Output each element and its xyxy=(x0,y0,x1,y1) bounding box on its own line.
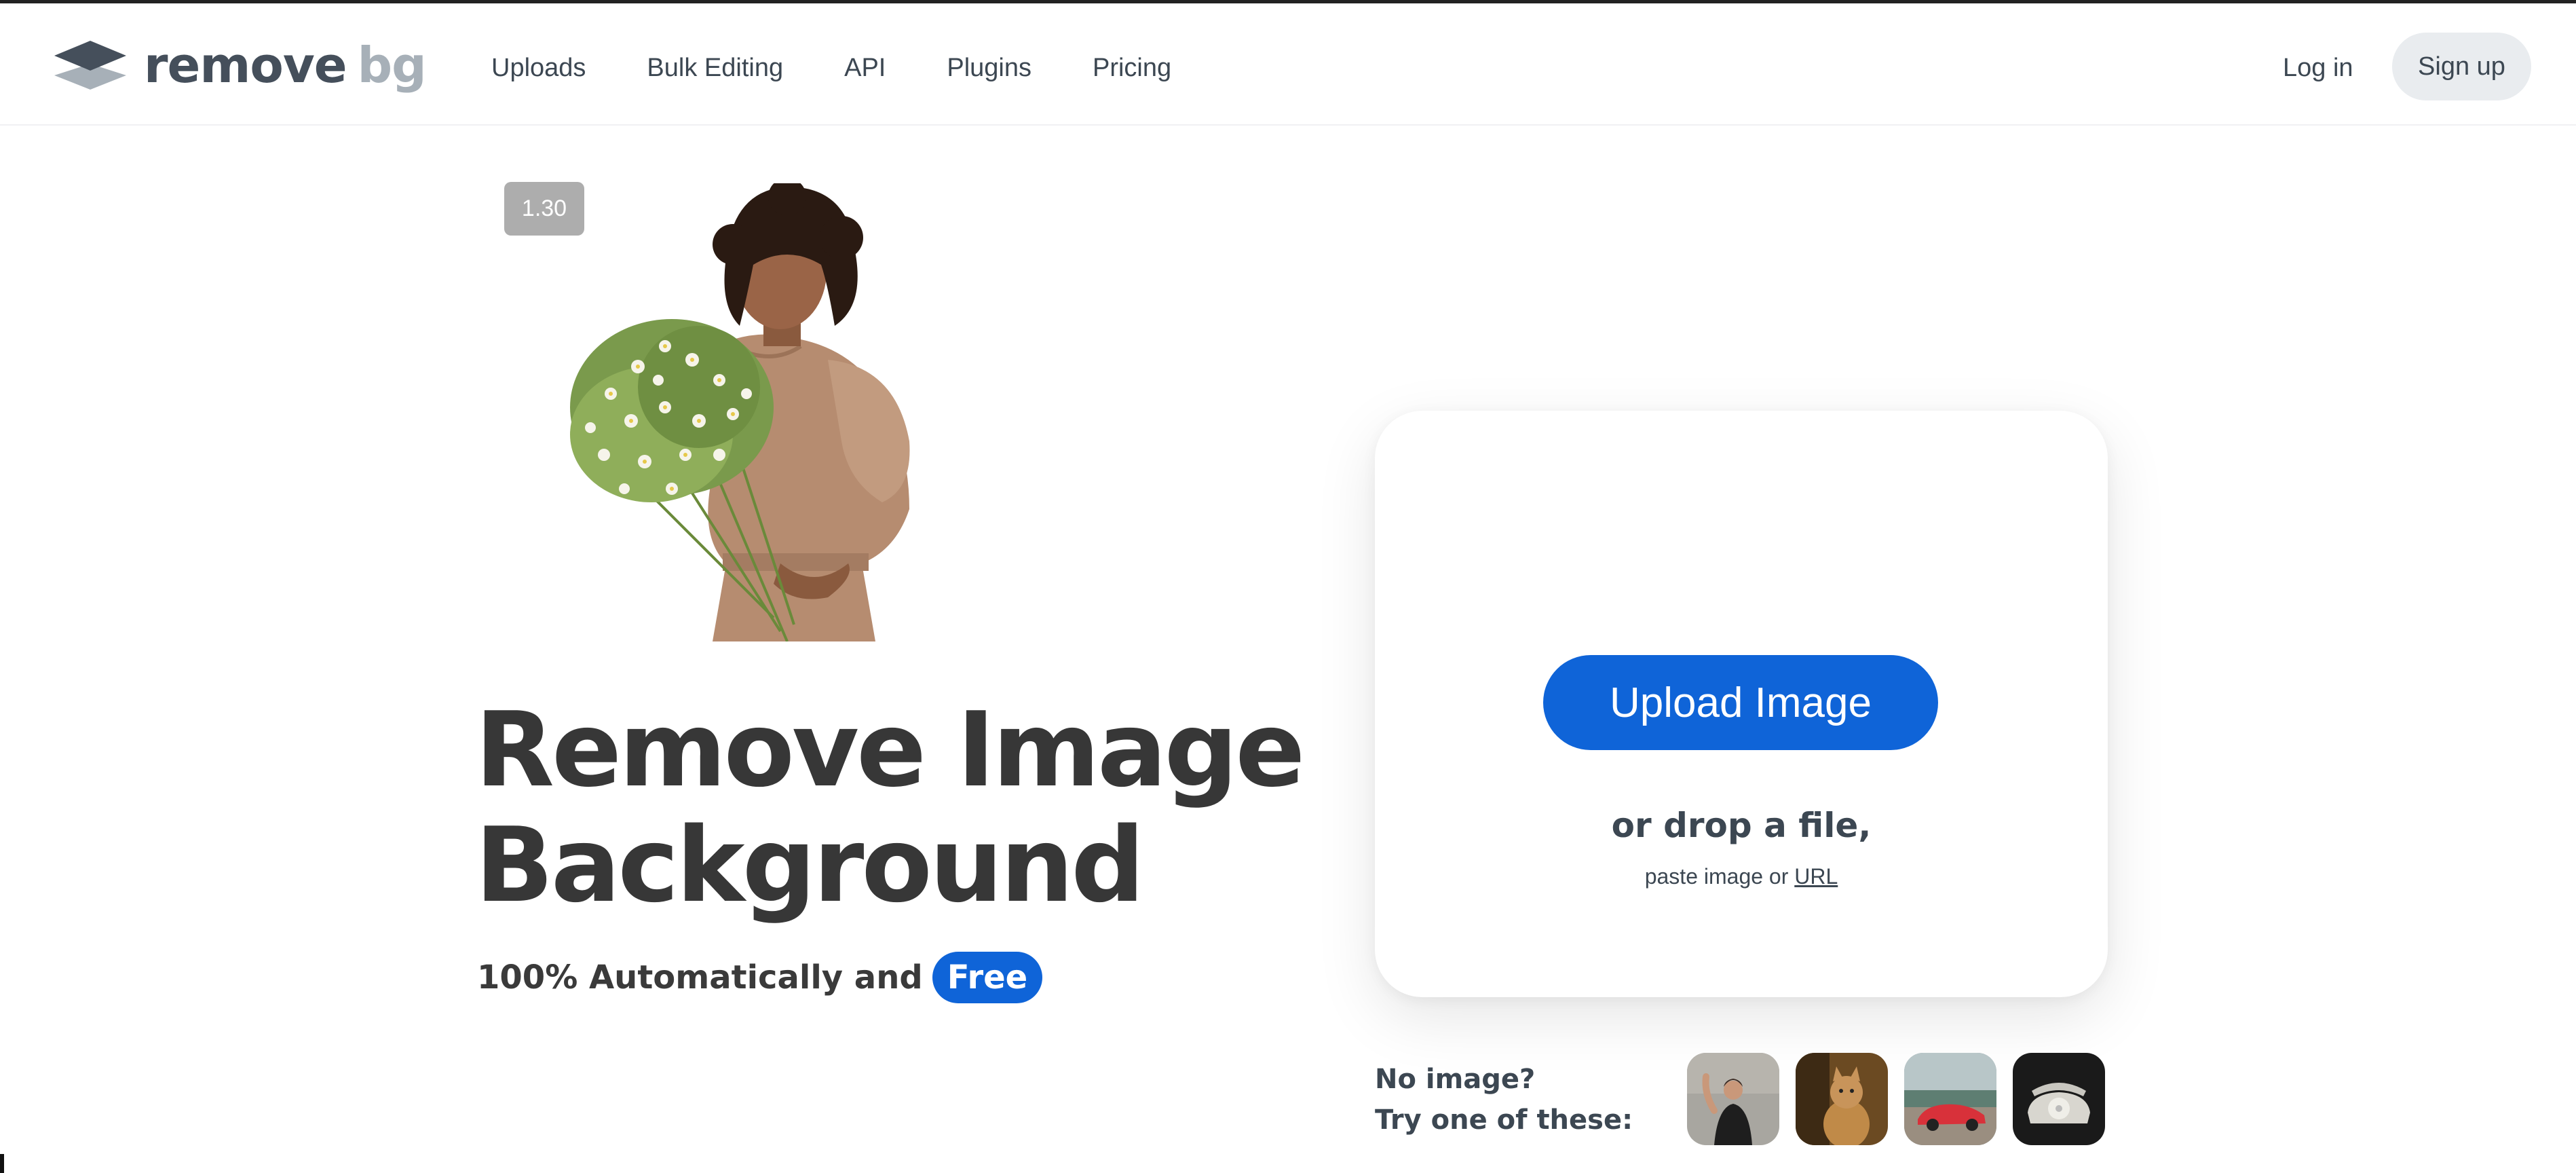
hero-title-line2: Background xyxy=(475,805,1145,925)
site-header: remove bg Uploads Bulk Editing API Plugin… xyxy=(0,3,2576,126)
nav-bulk-editing[interactable]: Bulk Editing xyxy=(647,44,783,92)
hero-woman-with-flowers-image xyxy=(570,183,910,641)
main-nav: Uploads Bulk Editing API Plugins Pricing xyxy=(491,44,1171,92)
sample-thumb-telephone[interactable] xyxy=(2013,1053,2105,1145)
sample-thumb-woman[interactable] xyxy=(1687,1053,1779,1145)
sample-images xyxy=(1687,1053,2105,1145)
car-sample-thumbnail xyxy=(1904,1053,1996,1145)
logo-wordmark: remove bg xyxy=(144,37,427,94)
hero-subtitle-text: 100% Automatically and xyxy=(477,958,923,997)
nav-api[interactable]: API xyxy=(844,44,886,92)
paste-hint-text: paste image or xyxy=(1644,864,1789,889)
sample-prompt-line1: No image? xyxy=(1375,1064,1536,1095)
logo-word-remove: remove xyxy=(144,37,347,94)
url-link[interactable]: URL xyxy=(1794,864,1838,889)
sample-prompt-line2: Try one of these: xyxy=(1375,1104,1633,1136)
paste-hint: paste image or URL xyxy=(1375,864,2108,889)
layers-logo-icon xyxy=(54,41,126,90)
drop-file-text: or drop a file, xyxy=(1611,806,1872,845)
hero-title-line1: Remove Image xyxy=(475,690,1305,810)
logo-word-bg: bg xyxy=(357,37,427,94)
upload-card[interactable]: Upload Image or drop a file, paste image… xyxy=(1375,411,2108,997)
login-link[interactable]: Log in xyxy=(2283,44,2353,92)
upload-image-button[interactable]: Upload Image xyxy=(1543,655,1938,750)
sample-thumb-car[interactable] xyxy=(1904,1053,1996,1145)
sample-thumb-cat[interactable] xyxy=(1796,1053,1888,1145)
window-corner xyxy=(0,1154,4,1173)
free-badge: Free xyxy=(932,952,1043,1003)
logo[interactable]: remove bg xyxy=(53,35,427,96)
hero-subtitle: 100% Automatically and Free xyxy=(477,952,1043,1003)
nav-uploads[interactable]: Uploads xyxy=(491,44,586,92)
nav-plugins[interactable]: Plugins xyxy=(947,44,1031,92)
woman-sample-thumbnail xyxy=(1687,1053,1779,1145)
nav-pricing[interactable]: Pricing xyxy=(1093,44,1171,92)
cat-sample-thumbnail xyxy=(1796,1053,1888,1145)
hero-title: Remove Image Background xyxy=(475,692,1357,923)
signup-button[interactable]: Sign up xyxy=(2392,33,2531,100)
telephone-sample-thumbnail xyxy=(2013,1053,2105,1145)
sample-prompt: No image? Try one of these: xyxy=(1375,1059,1633,1140)
